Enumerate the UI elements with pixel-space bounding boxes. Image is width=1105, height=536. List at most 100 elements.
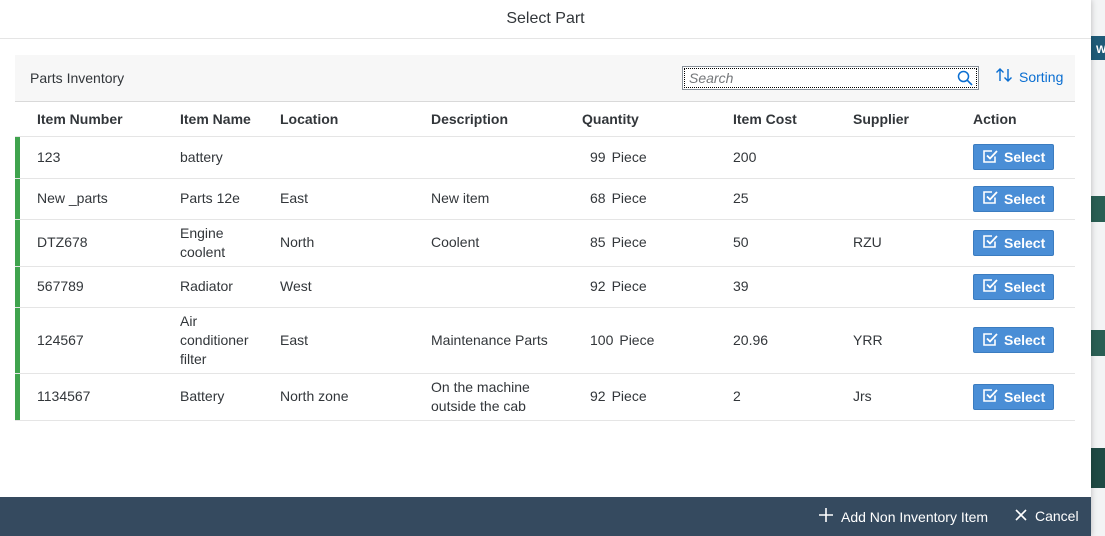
description-cell: Maintenance Parts [409,307,560,374]
location-cell: North [258,219,409,267]
quantity-unit: Piece [611,234,647,250]
select-button-label: Select [1004,190,1046,207]
description-cell [409,136,560,179]
select-part-dialog: Select Part Parts Inventory Sorting [0,0,1091,536]
column-header: Action [951,102,1075,137]
supplier-cell: RZU [831,219,951,267]
background-marker [1091,330,1105,356]
select-button[interactable]: Select [973,327,1055,353]
item-number-cell: 124567 [15,307,158,374]
add-non-inventory-item-label: Add Non Inventory Item [841,508,989,525]
quantity-cell: 100 Piece [560,307,711,374]
select-button-label: Select [1004,278,1046,295]
quantity-cell: 92 Piece [560,373,711,421]
cancel-button[interactable]: Cancel [1015,508,1079,524]
plus-icon [819,508,841,525]
parts-table: Item Number Item Name Location Descripti… [15,102,1075,421]
quantity-cell: 85 Piece [560,219,711,267]
supplier-cell [831,266,951,308]
item-cost-cell: 39 [711,266,831,308]
column-header[interactable]: Item Name [158,102,258,137]
search-input[interactable] [689,68,959,88]
action-cell: Select [951,266,1075,308]
select-button-label: Select [1004,149,1046,165]
action-cell: Select [951,307,1075,374]
table-row[interactable]: 123 battery 99 Piece 200 Select [15,136,1075,179]
sorting-label: Sorting [1019,68,1064,85]
quantity-value: 85 [590,234,606,250]
action-cell: Select [951,178,1075,220]
checkbox-icon [982,331,1004,350]
table-row[interactable]: 124567 Air conditioner filter East Maint… [15,307,1075,374]
item-name-cell: Radiator [158,266,258,308]
select-button-label: Select [1004,234,1046,251]
location-cell: North zone [258,373,409,421]
background-marker [1091,196,1105,222]
dialog-footer: Add Non Inventory Item Cancel [0,497,1091,536]
search-field[interactable] [682,66,979,90]
background-marker [1091,448,1105,488]
quantity-value: 100 [590,331,614,348]
table-toolbar: Parts Inventory Sorting [15,55,1075,102]
item-number-cell: New _parts [15,178,158,220]
column-header[interactable]: Supplier [831,102,951,137]
select-button[interactable]: Select [973,144,1055,170]
quantity-value: 99 [590,148,606,165]
item-name-cell: Air conditioner filter [158,307,258,374]
quantity-unit: Piece [611,148,647,165]
select-button-label: Select [1004,388,1046,405]
item-cost-cell: 20.96 [711,307,831,374]
select-button[interactable]: Select [973,229,1055,256]
table-row[interactable]: DTZ678 Engine coolent North Coolent 85 Pi… [15,219,1075,267]
table-header-row: Item Number Item Name Location Descripti… [15,102,1075,137]
column-header[interactable]: Location [258,102,409,137]
quantity-value: 92 [590,278,606,294]
quantity-cell: 99 Piece [560,136,711,179]
item-number-cell: 1134567 [15,373,158,421]
action-cell: Select [951,373,1075,421]
select-button[interactable]: Select [973,383,1055,410]
quantity-unit: Piece [611,278,647,294]
quantity-cell: 92 Piece [560,266,711,308]
item-number-cell: 567789 [15,266,158,308]
description-cell: Coolent [409,219,560,267]
table-row[interactable]: 567789 Radiator West 92 Piece 39 Select [15,266,1075,308]
select-button[interactable]: Select [973,185,1055,212]
column-header[interactable]: Item Number [15,102,158,137]
dialog-title: Select Part [506,10,585,27]
add-non-inventory-item-button[interactable]: Add Non Inventory Item [819,508,988,525]
checkbox-icon [982,148,1004,167]
quantity-cell: 68 Piece [560,178,711,220]
cancel-label: Cancel [1035,508,1079,524]
item-name-cell: battery [158,136,258,179]
location-cell: East [258,307,409,374]
checkbox-icon [982,387,1004,406]
location-cell [258,136,409,179]
background-tab-letter: W [1096,44,1105,56]
sort-icon [995,67,1019,86]
item-name-cell: Battery [158,373,258,421]
item-cost-cell: 2 [711,373,831,421]
description-cell: On the machine outside the cab [409,373,560,421]
location-cell: West [258,266,409,308]
item-number-cell: DTZ678 [15,219,158,267]
description-cell: New item [409,178,560,220]
supplier-cell: Jrs [831,373,951,421]
quantity-unit: Piece [611,388,647,404]
column-header[interactable]: Quantity [560,102,711,137]
quantity-value: 68 [590,190,606,206]
quantity-value: 92 [590,388,606,404]
column-header[interactable]: Description [409,102,560,137]
table-title: Parts Inventory [30,70,125,86]
item-cost-cell: 25 [711,178,831,220]
sorting-button[interactable]: Sorting [995,67,1063,86]
quantity-unit: Piece [619,331,655,348]
select-button[interactable]: Select [973,273,1055,300]
table-row[interactable]: 1134567 Battery North zone On the machin… [15,373,1075,421]
quantity-unit: Piece [611,190,647,206]
column-header[interactable]: Item Cost [711,102,831,137]
table-row[interactable]: New _parts Parts 12e East New item 68 Pie… [15,178,1075,220]
select-button-label: Select [1004,332,1046,348]
search-icon[interactable] [957,70,973,86]
checkbox-icon [982,277,1004,296]
